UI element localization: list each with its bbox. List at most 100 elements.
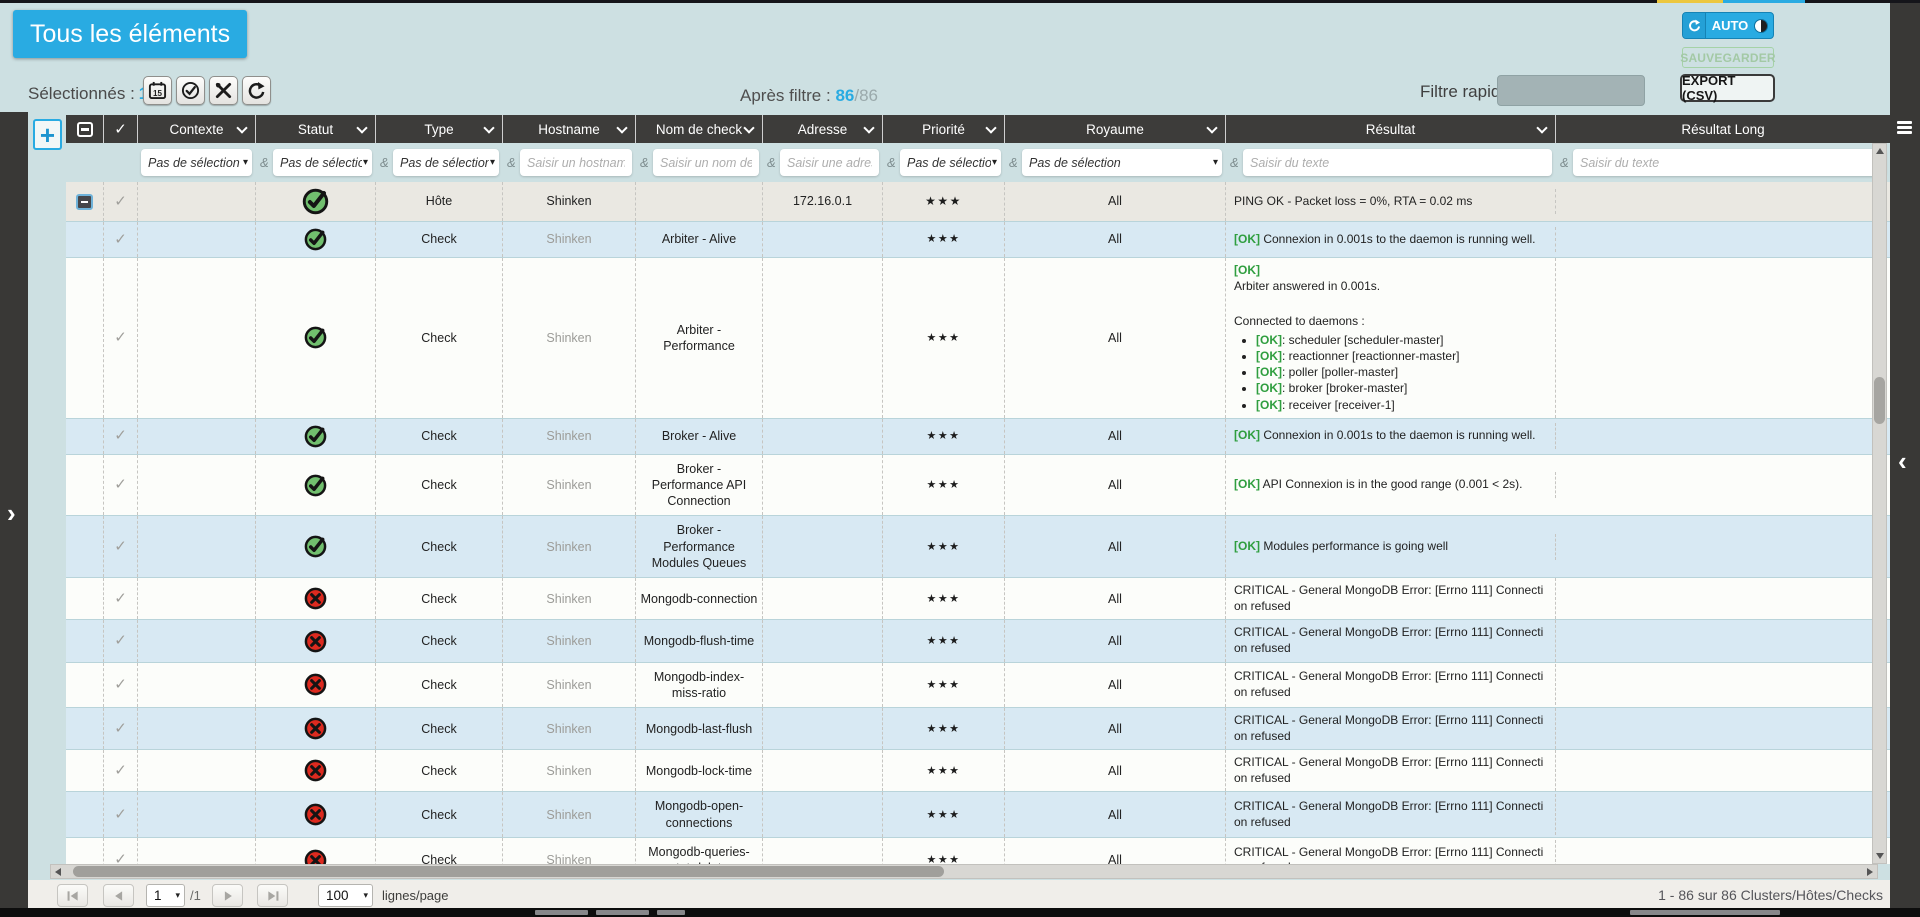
horizontal-scrollbar-thumb[interactable]: [73, 866, 944, 877]
export-csv-button[interactable]: EXPORT (CSV): [1680, 74, 1775, 102]
acknowledge-button[interactable]: [176, 76, 205, 105]
column-header-collapse[interactable]: [66, 115, 104, 143]
vertical-scrollbar[interactable]: [1872, 143, 1887, 864]
fix-button[interactable]: [209, 76, 238, 105]
column-header-resultat_long[interactable]: Résultat Long: [1556, 115, 1890, 143]
cell-hostname: Shinken: [503, 419, 636, 454]
page-title[interactable]: Tous les éléments: [13, 10, 247, 58]
scroll-left-icon[interactable]: [55, 868, 61, 876]
table-row[interactable]: ✓CheckShinkenMongodb-index-miss-ratio★★★…: [66, 663, 1890, 709]
cell-selected[interactable]: ✓: [104, 838, 138, 864]
add-button[interactable]: +: [33, 119, 62, 150]
cell-type: Check: [376, 792, 503, 837]
first-page-button[interactable]: [57, 884, 88, 907]
cell-selected[interactable]: ✓: [104, 792, 138, 837]
cell-selected[interactable]: ✓: [104, 516, 138, 577]
table-row[interactable]: ✓CheckShinkenMongodb-connection★★★AllCRI…: [66, 578, 1890, 620]
auto-refresh-button[interactable]: AUTO: [1682, 12, 1774, 39]
table-row[interactable]: ✓HôteShinken172.16.0.1★★★AllPING OK - Pa…: [66, 182, 1890, 222]
filter-select-priorite[interactable]: Pas de sélection▾: [900, 149, 1001, 176]
auto-toggle-icon[interactable]: [1754, 19, 1768, 33]
collapse-right-panel-icon[interactable]: ‹: [1898, 448, 1907, 474]
table-row[interactable]: ✓CheckShinkenArbiter - Performance★★★All…: [66, 258, 1890, 419]
table-row[interactable]: ✓CheckShinkenMongodb-flush-time★★★AllCRI…: [66, 620, 1890, 662]
scroll-down-icon[interactable]: [1876, 853, 1884, 859]
scroll-up-icon[interactable]: [1876, 148, 1884, 154]
cell-selected[interactable]: ✓: [104, 750, 138, 791]
cell-selected[interactable]: ✓: [104, 258, 138, 418]
cell-selected[interactable]: ✓: [104, 708, 138, 749]
dropdown-arrow-icon: ▾: [992, 157, 997, 168]
table-row[interactable]: ✓CheckShinkenMongodb-last-flush★★★AllCRI…: [66, 708, 1890, 750]
downtime-button[interactable]: 15: [143, 76, 172, 105]
ok-status-label: [OK]: [1256, 381, 1282, 395]
filter-input-resultat[interactable]: [1243, 149, 1552, 176]
cell-resultat: CRITICAL - General MongoDB Error: [Errno…: [1226, 578, 1556, 619]
cell-royaume: All: [1005, 182, 1226, 221]
previous-page-button[interactable]: [103, 884, 134, 907]
collapse-row-icon[interactable]: [76, 194, 93, 210]
pagination-bar: 1 ▾ /1 100 ▾ lignes/page 1 - 86 sur 86 C…: [28, 880, 1893, 910]
row-selected-check-icon: ✓: [114, 631, 127, 651]
cell-adresse: [763, 663, 883, 708]
filter-join-label: &: [507, 155, 516, 170]
page-number-select[interactable]: 1 ▾: [146, 884, 185, 907]
quick-filter-input[interactable]: [1497, 75, 1645, 106]
filter-select-contexte[interactable]: Pas de sélection▾: [141, 149, 252, 176]
cell-selected[interactable]: ✓: [104, 182, 138, 221]
table-row[interactable]: ✓CheckShinkenMongodb-open-connections★★★…: [66, 792, 1890, 838]
top-strip-yellow-segment: [1657, 0, 1723, 3]
column-header-resultat[interactable]: Résultat: [1226, 115, 1556, 143]
scroll-right-icon[interactable]: [1867, 868, 1873, 876]
filter-select-statut[interactable]: Pas de sélection▾: [273, 149, 372, 176]
cell-contexte: [138, 258, 256, 418]
page-size-select[interactable]: 100 ▾: [318, 884, 373, 907]
ok-status-label: [OK]: [1256, 398, 1282, 412]
table-row[interactable]: ✓CheckShinkenArbiter - Alive★★★All[OK] C…: [66, 222, 1890, 258]
expand-left-panel-icon[interactable]: ›: [7, 500, 16, 526]
column-header-royaume[interactable]: Royaume: [1005, 115, 1226, 143]
row-selected-check-icon: ✓: [114, 328, 127, 348]
filter-input-resultat_long[interactable]: [1573, 149, 1886, 176]
table-row[interactable]: ✓CheckShinkenBroker - Performance API Co…: [66, 455, 1890, 517]
table-row[interactable]: ✓CheckShinkenBroker - Performance Module…: [66, 516, 1890, 578]
recheck-button[interactable]: [242, 76, 271, 105]
columns-menu-icon[interactable]: [1897, 121, 1913, 136]
cell-selected[interactable]: ✓: [104, 455, 138, 516]
cell-hostname: Shinken: [503, 620, 636, 661]
ok-status-label: [OK]: [1256, 365, 1282, 379]
column-header-statut[interactable]: Statut: [256, 115, 376, 143]
column-header-adresse[interactable]: Adresse: [763, 115, 883, 143]
column-header-hostname[interactable]: Hostname: [503, 115, 636, 143]
cell-royaume: All: [1005, 792, 1226, 837]
cell-statut: [256, 182, 376, 221]
vertical-scrollbar-thumb[interactable]: [1874, 377, 1885, 424]
column-header-type[interactable]: Type: [376, 115, 503, 143]
cell-selected[interactable]: ✓: [104, 620, 138, 661]
cell-selected[interactable]: ✓: [104, 578, 138, 619]
app-screen: Tous les éléments Sélectionnés :1 15: [0, 0, 1920, 917]
horizontal-scrollbar[interactable]: [50, 864, 1878, 879]
cell-selected[interactable]: ✓: [104, 663, 138, 708]
next-page-button[interactable]: [212, 884, 243, 907]
column-header-check_name[interactable]: Nom de check: [636, 115, 763, 143]
table-row[interactable]: ✓CheckShinkenMongodb-queries-stat-delete…: [66, 838, 1890, 864]
table-row[interactable]: ✓CheckShinkenMongodb-lock-time★★★AllCRIT…: [66, 750, 1890, 792]
last-page-button[interactable]: [257, 884, 288, 907]
row-selected-check-icon: ✓: [114, 850, 127, 864]
filter-input-hostname[interactable]: [520, 149, 632, 176]
save-button[interactable]: SAUVEGARDER: [1682, 47, 1774, 68]
cell-selected[interactable]: ✓: [104, 222, 138, 257]
filter-input-check_name[interactable]: [653, 149, 759, 176]
bottom-edge-strip: [0, 908, 1920, 917]
column-header-contexte[interactable]: Contexte: [138, 115, 256, 143]
filter-select-royaume[interactable]: Pas de sélection▾: [1022, 149, 1222, 176]
filter-select-type[interactable]: Pas de sélection▾: [393, 149, 499, 176]
cell-priorite: ★★★: [883, 455, 1005, 516]
column-header-check[interactable]: ✓: [104, 115, 138, 143]
filter-input-adresse[interactable]: [780, 149, 879, 176]
column-header-priorite[interactable]: Priorité: [883, 115, 1005, 143]
filter-join-label: &: [1560, 155, 1569, 170]
cell-selected[interactable]: ✓: [104, 419, 138, 454]
table-row[interactable]: ✓CheckShinkenBroker - Alive★★★All[OK] Co…: [66, 419, 1890, 455]
